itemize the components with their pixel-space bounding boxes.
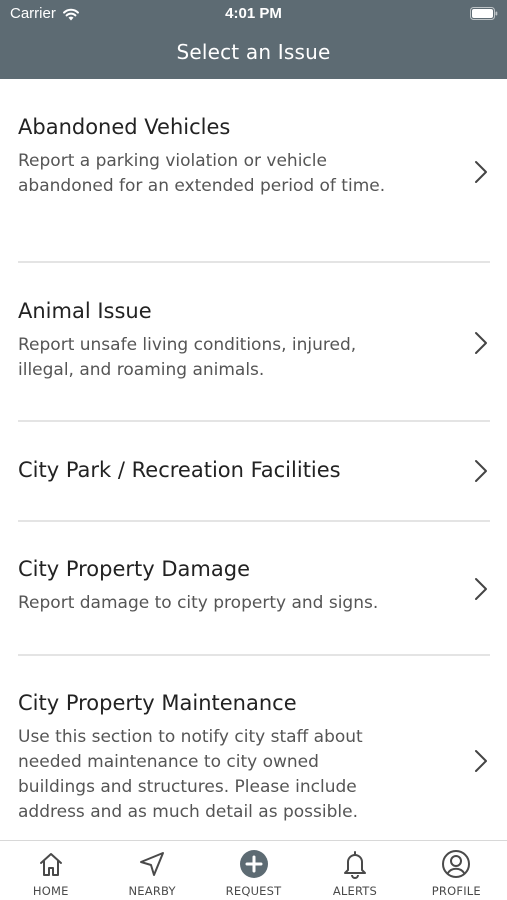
- tab-label: ALERTS: [332, 884, 378, 898]
- navigation-arrow-icon: [140, 852, 165, 876]
- chevron-right-icon: [475, 578, 487, 600]
- home-icon: [39, 853, 62, 876]
- tab-alerts[interactable]: ALERTS: [304, 841, 405, 900]
- item-description: Use this section to notify city staff ab…: [18, 727, 363, 822]
- app-screen: Carrier 4:01 PM Select an Issue Abandone…: [0, 0, 507, 900]
- item-description: Report damage to city property and signs…: [18, 593, 379, 613]
- tab-request[interactable]: REQUEST: [203, 841, 304, 900]
- tab-label: HOME: [32, 884, 69, 898]
- chevron-right-icon: [475, 161, 487, 183]
- tab-label: PROFILE: [431, 884, 481, 898]
- item-title: City Park / Recreation Facilities: [18, 458, 341, 482]
- item-title: Animal Issue: [18, 299, 152, 323]
- item-description: Report unsafe living conditions, injured…: [18, 335, 357, 380]
- battery-icon: [470, 7, 498, 20]
- tab-nearby[interactable]: NEARBY: [101, 841, 202, 900]
- tab-label: REQUEST: [225, 884, 282, 898]
- plus-circle-icon: [239, 850, 268, 878]
- bell-icon: [343, 851, 366, 879]
- chevron-right-icon: [475, 750, 487, 772]
- tab-profile[interactable]: PROFILE: [406, 841, 507, 900]
- chevron-right-icon: [475, 460, 487, 482]
- tab-home[interactable]: HOME: [0, 841, 101, 900]
- tab-bar: HOME NEARBY REQUEST ALERTS PROFILE: [0, 840, 507, 900]
- status-time: 4:01 PM: [225, 5, 282, 22]
- header: Carrier 4:01 PM Select an Issue: [0, 0, 507, 79]
- item-title: City Property Maintenance: [18, 691, 297, 715]
- page-title: Select an Issue: [176, 40, 331, 64]
- item-description: Report a parking violation or vehicle ab…: [18, 151, 386, 196]
- item-title: Abandoned Vehicles: [18, 115, 231, 139]
- item-title: City Property Damage: [18, 557, 250, 581]
- tab-label: NEARBY: [128, 884, 176, 898]
- list-item-city-park[interactable]: City Park / Recreation Facilities: [18, 458, 490, 522]
- list-item-animal-issue[interactable]: Animal Issue Report unsafe living condit…: [18, 299, 490, 422]
- list-item-abandoned-vehicles[interactable]: Abandoned Vehicles Report a parking viol…: [18, 115, 490, 263]
- issue-list: Abandoned Vehicles Report a parking viol…: [0, 79, 507, 840]
- list-item-city-property-damage[interactable]: City Property Damage Report damage to ci…: [18, 557, 490, 656]
- chevron-right-icon: [475, 332, 487, 354]
- user-circle-icon: [442, 850, 471, 878]
- list-item-city-property-maintenance[interactable]: City Property Maintenance Use this secti…: [18, 691, 490, 840]
- status-bar: Carrier 4:01 PM: [0, 0, 507, 28]
